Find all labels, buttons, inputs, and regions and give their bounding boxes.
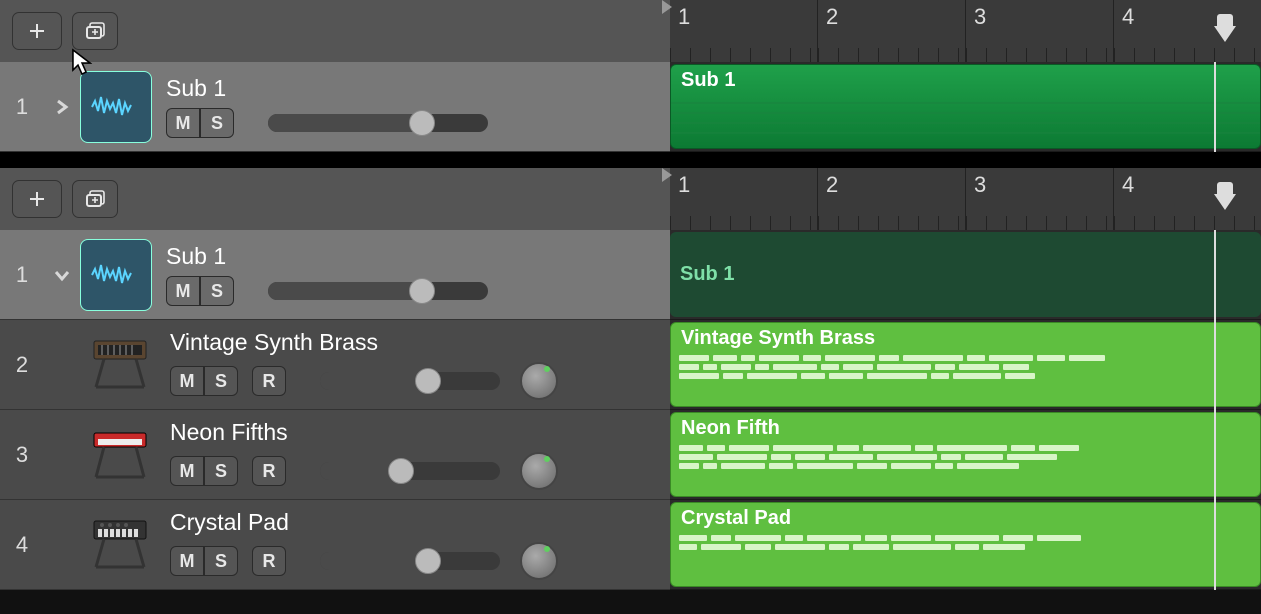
track-name[interactable]: Neon Fifths bbox=[170, 419, 670, 446]
ruler-marker: 4 bbox=[1113, 0, 1261, 62]
mute-button[interactable]: M bbox=[170, 546, 204, 576]
pan-knob[interactable] bbox=[520, 362, 558, 400]
solo-button[interactable]: S bbox=[204, 456, 238, 486]
track-header[interactable]: 3 Neon Fifths M S R bbox=[0, 410, 670, 500]
volume-slider[interactable] bbox=[320, 552, 500, 570]
solo-button[interactable]: S bbox=[204, 546, 238, 576]
ruler-marker: 2 bbox=[817, 168, 965, 230]
ruler-marker: 1 bbox=[670, 168, 817, 230]
panel-divider bbox=[0, 152, 1261, 168]
add-track-button[interactable] bbox=[12, 12, 62, 50]
instrument-icon bbox=[84, 419, 156, 491]
instrument-icon bbox=[84, 509, 156, 581]
region-label: Vintage Synth Brass bbox=[681, 327, 875, 349]
add-track-button[interactable] bbox=[12, 180, 62, 218]
mute-button[interactable]: M bbox=[166, 276, 200, 306]
playhead-marker-icon[interactable] bbox=[1214, 194, 1236, 210]
chevron-down-icon[interactable] bbox=[53, 266, 71, 284]
solo-button[interactable]: S bbox=[204, 366, 238, 396]
track-panel-collapsed: 1 2 3 4 1 Sub 1 M bbox=[0, 0, 1261, 152]
playhead-line bbox=[1214, 230, 1216, 590]
track-toolbar: 1 2 3 4 bbox=[0, 168, 1261, 230]
track-toolbar: 1 2 3 4 bbox=[0, 0, 1261, 62]
region-label: Sub 1 bbox=[681, 69, 735, 91]
pan-knob[interactable] bbox=[520, 542, 558, 580]
region-label: Sub 1 bbox=[680, 263, 734, 286]
track-type-icon bbox=[80, 239, 152, 311]
track-header[interactable]: 1 Sub 1 M S bbox=[0, 230, 670, 320]
track-header[interactable]: 4 Crystal Pad M S R bbox=[0, 500, 670, 590]
track-panel-expanded: 1 2 3 4 1 Sub 1 M bbox=[0, 168, 1261, 590]
ruler-marker: 4 bbox=[1113, 168, 1261, 230]
chevron-right-icon[interactable] bbox=[53, 98, 71, 116]
track-number: 2 bbox=[0, 352, 44, 378]
timeline-ruler[interactable]: 1 2 3 4 bbox=[670, 0, 1261, 62]
track-number: 1 bbox=[0, 94, 44, 120]
instrument-icon bbox=[84, 329, 156, 401]
track-name[interactable]: Vintage Synth Brass bbox=[170, 329, 670, 356]
region-label: Crystal Pad bbox=[681, 507, 791, 529]
folder-region[interactable]: Sub 1 bbox=[670, 232, 1261, 317]
midi-region[interactable]: Neon Fifth bbox=[670, 412, 1261, 497]
pan-knob[interactable] bbox=[520, 452, 558, 490]
track-type-icon bbox=[80, 71, 152, 143]
playhead-marker-icon[interactable] bbox=[1214, 26, 1236, 42]
volume-slider[interactable] bbox=[268, 282, 488, 300]
solo-button[interactable]: S bbox=[200, 276, 234, 306]
track-name[interactable]: Sub 1 bbox=[166, 75, 670, 102]
ruler-marker: 3 bbox=[965, 168, 1113, 230]
playhead-line bbox=[1214, 62, 1216, 152]
region-label: Neon Fifth bbox=[681, 417, 780, 439]
midi-region[interactable]: Crystal Pad bbox=[670, 502, 1261, 587]
solo-button[interactable]: S bbox=[200, 108, 234, 138]
duplicate-track-button[interactable] bbox=[72, 12, 118, 50]
record-enable-button[interactable]: R bbox=[252, 456, 286, 486]
track-name[interactable]: Sub 1 bbox=[166, 243, 670, 270]
midi-region[interactable]: Vintage Synth Brass bbox=[670, 322, 1261, 407]
volume-slider[interactable] bbox=[268, 114, 488, 132]
track-number: 1 bbox=[0, 262, 44, 288]
midi-notes-preview bbox=[679, 535, 1252, 580]
track-header[interactable]: 2 Vintage Synth Brass M S R bbox=[0, 320, 670, 410]
mute-button[interactable]: M bbox=[170, 366, 204, 396]
midi-notes-preview bbox=[679, 355, 1252, 400]
record-enable-button[interactable]: R bbox=[252, 366, 286, 396]
midi-notes-preview bbox=[679, 445, 1252, 490]
duplicate-track-button[interactable] bbox=[72, 180, 118, 218]
timeline-ruler[interactable]: 1 2 3 4 bbox=[670, 168, 1261, 230]
track-name[interactable]: Crystal Pad bbox=[170, 509, 670, 536]
track-number: 4 bbox=[0, 532, 44, 558]
ruler-marker: 1 bbox=[670, 0, 817, 62]
record-enable-button[interactable]: R bbox=[252, 546, 286, 576]
track-number: 3 bbox=[0, 442, 44, 468]
ruler-marker: 3 bbox=[965, 0, 1113, 62]
mute-button[interactable]: M bbox=[170, 456, 204, 486]
volume-slider[interactable] bbox=[320, 462, 500, 480]
volume-slider[interactable] bbox=[320, 372, 500, 390]
audio-region[interactable]: Sub 1 bbox=[670, 64, 1261, 149]
ruler-marker: 2 bbox=[817, 0, 965, 62]
mute-button[interactable]: M bbox=[166, 108, 200, 138]
track-header[interactable]: 1 Sub 1 M S bbox=[0, 62, 670, 152]
